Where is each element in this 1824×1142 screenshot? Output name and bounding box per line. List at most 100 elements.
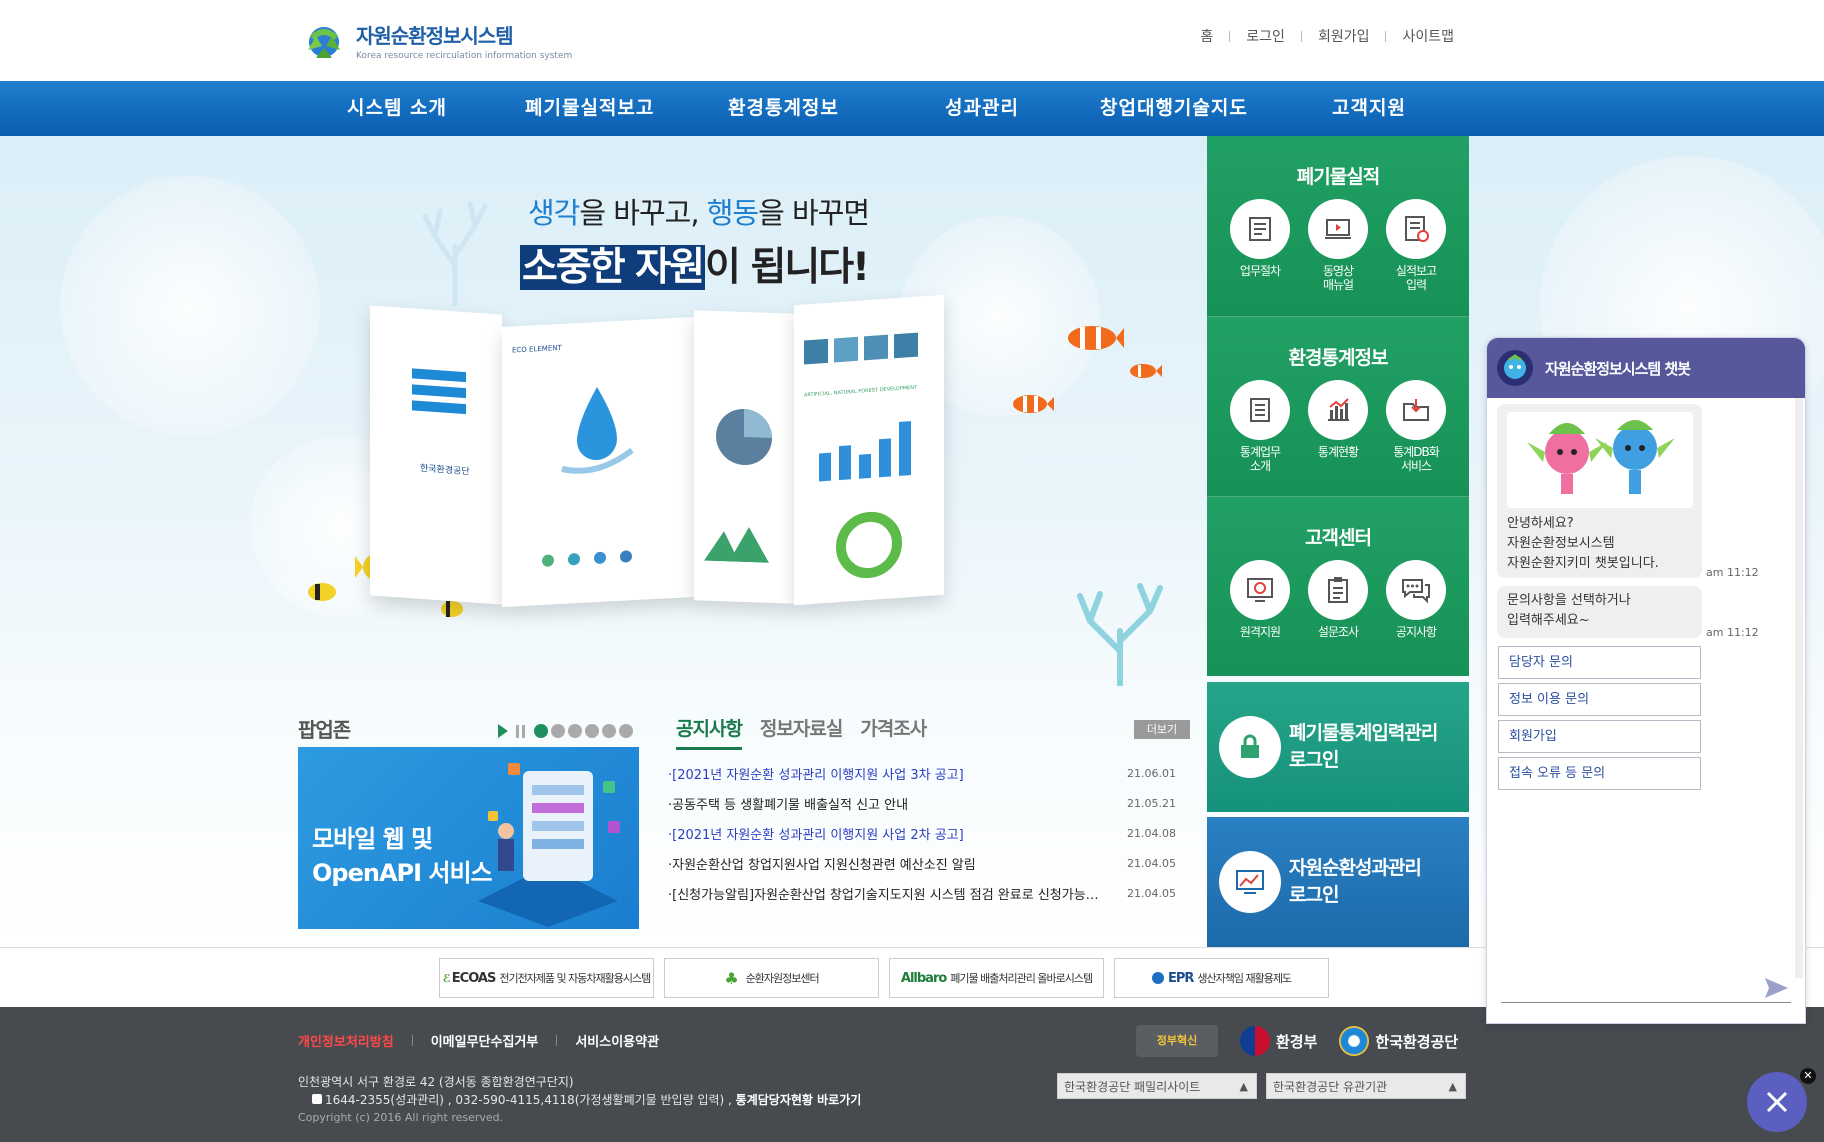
chat-close-button[interactable] (1747, 1072, 1807, 1132)
tab-notice[interactable]: 공지사항 (676, 714, 743, 750)
slide-dot[interactable] (534, 724, 548, 738)
pause-icon[interactable] (516, 724, 525, 738)
clownfish-icon (1013, 395, 1054, 413)
taeguk-icon (1240, 1026, 1270, 1056)
popup-slider-controls (498, 724, 633, 738)
home-link[interactable]: 홈 (1200, 26, 1213, 46)
epr-logo-icon (1151, 972, 1164, 984)
close-icon[interactable]: ✕ (1800, 1068, 1816, 1084)
quick-waste-box: 폐기물실적 업무절차 동영상 매뉴얼 실적보고 입력 (1207, 136, 1469, 316)
chat-message-greeting: 안녕하세요? 자원순환정보시스템 자원순환지키미 챗봇입니다. (1497, 404, 1702, 578)
email-refusal-link[interactable]: 이메일무단수집거부 (431, 1031, 539, 1050)
family-banner-epr[interactable]: EPR 생산자책임 재활용제도 (1114, 958, 1329, 998)
family-banner-ecoas[interactable]: ℰ ECOAS 전기전자제품 및 자동차재활용시스템 (439, 958, 654, 998)
nav-waste-report[interactable]: 폐기물실적보고 (525, 81, 654, 136)
report-check-icon (1386, 199, 1446, 259)
brochure-chart-title: ARTIFICIAL, NATURAL FOREST DEVELOPMENT (804, 384, 917, 399)
quick-item-report-input[interactable]: 실적보고 입력 (1384, 199, 1448, 292)
mountain-icon (704, 527, 769, 563)
chat-option-connection-error[interactable]: 접속 오류 등 문의 (1498, 757, 1701, 790)
login-link[interactable]: 로그인 (1246, 26, 1285, 46)
performance-login-button[interactable]: 자원순환성과관리 로그인 (1207, 817, 1469, 947)
chatbot-avatar (1497, 350, 1533, 386)
chatbot-title: 자원순환정보시스템 챗봇 (1545, 359, 1691, 378)
tab-price-survey[interactable]: 가격조사 (860, 714, 927, 750)
nav-startup-guidance[interactable]: 창업대행기술지도 (1100, 81, 1248, 136)
notice-date: 21.04.05 (1127, 887, 1176, 900)
slide-dot[interactable] (619, 724, 633, 738)
logo-title: 자원순환정보시스템 (356, 23, 514, 48)
notice-date: 21.04.05 (1127, 857, 1176, 870)
quick-item-stats-db[interactable]: 통계DB화 서비스 (1384, 380, 1448, 473)
list-item[interactable]: ·[2021년 자원순환 성과관리 이행지원 사업 3차 공고] 21.06.0… (668, 766, 1192, 796)
list-item[interactable]: ·[2021년 자원순환 성과관리 이행지원 사업 2차 공고] 21.04.0… (668, 826, 1192, 856)
footer-links: 개인정보처리방침 이메일무단수집거부 서비스이용약관 (298, 1031, 659, 1050)
chat-bubbles-icon (1386, 560, 1446, 620)
slide-dot[interactable] (551, 724, 565, 738)
nav-performance[interactable]: 성과관리 (945, 81, 1019, 136)
chat-option-info-usage[interactable]: 정보 이용 문의 (1498, 683, 1701, 716)
chat-option-signup[interactable]: 회원가입 (1498, 720, 1701, 753)
notice-title[interactable]: ·자원순환산업 창업지원사업 지원신청관련 예산소진 알림 (668, 856, 1108, 876)
quick-item-notice[interactable]: 공지사항 (1384, 560, 1448, 639)
send-icon[interactable] (1761, 973, 1791, 1003)
quick-item-stats-status[interactable]: 통계현황 (1306, 380, 1370, 473)
chat-input[interactable] (1501, 973, 1791, 1003)
sitemap-link[interactable]: 사이트맵 (1402, 26, 1454, 46)
list-item[interactable]: ·자원순환산업 창업지원사업 지원신청관련 예산소진 알림 21.04.05 (668, 856, 1192, 886)
quick-item-procedure[interactable]: 업무절차 (1228, 199, 1292, 292)
chat-option-staff[interactable]: 담당자 문의 (1498, 646, 1701, 679)
list-item[interactable]: ·[신청가능알림]자원순환산업 창업기술지도지원 시스템 점검 완료로 신청가능… (668, 886, 1192, 916)
chatbot-mascot-image (1507, 412, 1693, 508)
divider (1229, 30, 1231, 42)
stats-staff-link[interactable]: 통계담당자현황 바로가기 (736, 1093, 862, 1107)
site-logo[interactable]: 자원순환정보시스템 Korea resource recirculation i… (298, 12, 598, 68)
footer (0, 1007, 1824, 1142)
divider (556, 1035, 558, 1046)
notice-title[interactable]: ·[신청가능알림]자원순환산업 창업기술지도지원 시스템 점검 완료로 신청가능… (668, 886, 1108, 906)
quick-item-remote-support[interactable]: 원격지원 (1228, 560, 1292, 639)
tab-resources[interactable]: 정보자료실 (760, 714, 843, 750)
nav-customer-support[interactable]: 고객지원 (1332, 81, 1406, 136)
list-item[interactable]: ·공동주택 등 생활폐기물 배출실적 신고 안내 21.05.21 (668, 796, 1192, 826)
water-drop-icon (561, 387, 634, 474)
nav-system-intro[interactable]: 시스템 소개 (347, 81, 447, 136)
family-banner-allbaro[interactable]: Allbaro 폐기물 배출처리관리 올바로시스템 (889, 958, 1104, 998)
signup-link[interactable]: 회원가입 (1318, 26, 1370, 46)
footer-address: 인천광역시 서구 환경로 42 (경서동 종합환경연구단지) 1644-2355… (298, 1075, 862, 1107)
privacy-policy-link[interactable]: 개인정보처리방침 (298, 1031, 394, 1050)
notice-title[interactable]: ·[2021년 자원순환 성과관리 이행지원 사업 3차 공고] (668, 766, 1108, 786)
notice-title[interactable]: ·공동주택 등 생활폐기물 배출실적 신고 안내 (668, 796, 1108, 816)
chat-message-prompt: 문의사항을 선택하거나 입력해주세요~ (1497, 586, 1702, 638)
quick-item-video-manual[interactable]: 동영상 매뉴얼 (1306, 199, 1370, 292)
divider (1300, 30, 1302, 42)
phone-icon (312, 1094, 322, 1104)
nav-env-stats[interactable]: 환경통계정보 (728, 81, 839, 136)
quick-item-survey[interactable]: 설문조사 (1306, 560, 1370, 639)
waste-stats-login-button[interactable]: 폐기물통계입력관리 로그인 (1207, 682, 1469, 812)
slide-dot[interactable] (602, 724, 616, 738)
chat-timestamp: am 11:12 (1706, 566, 1759, 579)
lock-icon (1219, 716, 1281, 778)
utility-nav: 홈 로그인 회원가입 사이트맵 (1200, 26, 1454, 46)
related-org-select[interactable]: 한국환경공단 유관기관 ▲ (1266, 1073, 1466, 1099)
logo-subtitle: Korea resource recirculation information… (356, 50, 573, 61)
tropical-fish-icon (308, 583, 336, 601)
notice-title[interactable]: ·[2021년 자원순환 성과관리 이행지원 사업 2차 공고] (668, 826, 1108, 846)
play-icon[interactable] (498, 724, 508, 738)
slide-dot[interactable] (568, 724, 582, 738)
popup-banner[interactable]: 모바일 웹 및 OpenAPI 서비스 (298, 747, 639, 929)
slide-dot[interactable] (585, 724, 599, 738)
main-nav: 시스템 소개 폐기물실적보고 환경통계정보 성과관리 창업대행기술지도 고객지원 (0, 81, 1824, 136)
quick-item-stats-intro[interactable]: 통계업무 소개 (1228, 380, 1292, 473)
divider (411, 1035, 413, 1046)
family-site-select[interactable]: 한국환경공단 패밀리사이트 ▲ (1057, 1073, 1257, 1099)
family-banner-resource-center[interactable]: ♣ 순환자원정보센터 (664, 958, 879, 998)
notice-list: ·[2021년 자원순환 성과관리 이행지원 사업 3차 공고] 21.06.0… (668, 766, 1192, 916)
terms-link[interactable]: 서비스이용약관 (575, 1031, 659, 1050)
more-button[interactable]: 더보기 (1134, 720, 1190, 739)
donut-icon (836, 511, 902, 579)
chat-scrollbar[interactable] (1795, 398, 1803, 978)
pie-chart-icon (716, 408, 772, 466)
clownfish-icon (1130, 364, 1162, 378)
